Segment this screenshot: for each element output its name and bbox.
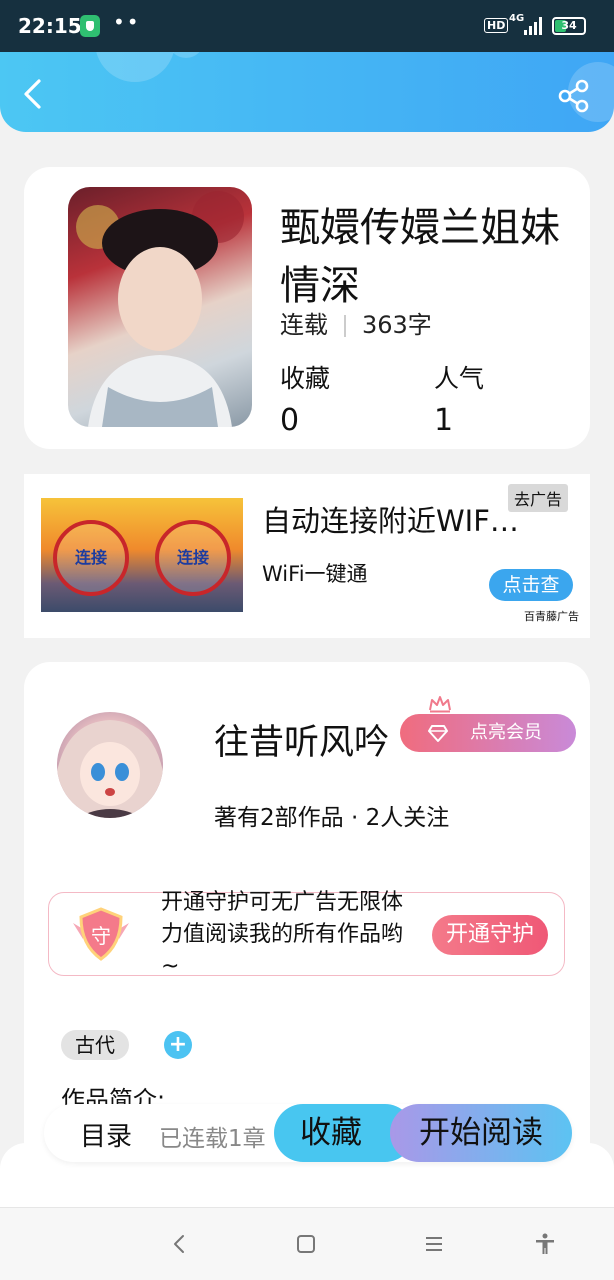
crown-icon — [429, 696, 451, 713]
battery-level: 34 — [561, 19, 577, 32]
guard-banner[interactable]: 守 开通守护可无广告无限体力值阅读我的所有作品哟~ 开通守护 — [48, 890, 565, 976]
nav-menu-icon[interactable] — [422, 1232, 446, 1256]
accessibility-icon[interactable] — [533, 1232, 557, 1256]
ad-stamp: 连接 — [53, 520, 129, 596]
notification-dots: •• — [113, 10, 141, 34]
start-reading-button[interactable]: 开始阅读 — [390, 1104, 572, 1162]
ad-banner[interactable]: 连接 连接 自动连接附近WIF… WiFi一键通 去广告 点击查 百青藤广告 — [24, 474, 590, 638]
book-info-card: 甄嬛传嬛兰姐妹情深 连载 363字 收藏 人气 0 1 — [24, 167, 590, 449]
guard-button[interactable]: 开通守护 — [432, 915, 548, 955]
status-time: 22:15 — [18, 14, 82, 38]
add-tag-button[interactable]: + — [164, 1031, 192, 1059]
status-bar: 22:15 •• HD 4G 34 — [0, 0, 614, 52]
ad-stamp: 连接 — [155, 520, 231, 596]
top-header — [0, 52, 614, 132]
popularity-value: 1 — [434, 403, 454, 438]
genre-tag[interactable]: 古代 — [61, 1030, 129, 1060]
favorites-value: 0 — [280, 403, 300, 438]
book-meta: 连载 363字 — [280, 305, 432, 340]
action-bar: 目录 已连载1章 收藏 开始阅读 — [44, 1104, 572, 1162]
share-icon[interactable] — [556, 78, 592, 114]
book-title: 甄嬛传嬛兰姐妹情深 — [280, 205, 560, 309]
gem-icon — [428, 725, 448, 742]
nav-home-icon[interactable] — [294, 1232, 318, 1256]
ad-source: 百青藤广告 — [524, 610, 579, 623]
word-count: 363字 — [362, 311, 432, 339]
vip-label: 点亮会员 — [470, 722, 542, 743]
chapter-status: 已连载1章 — [159, 1126, 266, 1152]
hd-icon: HD — [484, 18, 509, 33]
ad-close-button[interactable]: 去广告 — [508, 484, 569, 512]
popularity-label: 人气 — [434, 364, 485, 393]
ad-image[interactable]: 连接 连接 — [41, 498, 243, 612]
favorites-label: 收藏 — [280, 364, 331, 393]
ad-subtitle: WiFi一键通 — [262, 562, 368, 586]
nav-back-icon[interactable] — [168, 1232, 192, 1256]
author-avatar[interactable] — [57, 712, 163, 818]
book-status: 连载 — [280, 311, 328, 339]
author-name: 往昔听风吟 — [214, 723, 390, 763]
shield-icon: 守 — [73, 907, 129, 961]
guard-badge-text: 守 — [91, 924, 111, 948]
security-app-icon — [80, 15, 100, 37]
vip-button[interactable]: 点亮会员 — [400, 714, 576, 752]
book-cover[interactable] — [68, 187, 252, 427]
network-type: 4G — [509, 13, 525, 24]
signal-icon — [524, 17, 544, 35]
toc-button[interactable]: 目录 — [80, 1116, 132, 1153]
system-nav-bar — [0, 1207, 614, 1280]
battery-icon: 34 — [552, 17, 586, 35]
ad-cta-button[interactable]: 点击查 — [489, 569, 573, 601]
back-icon[interactable] — [18, 78, 50, 110]
guard-text: 开通守护可无广告无限体力值阅读我的所有作品哟~ — [161, 890, 404, 973]
author-meta: 著有2部作品 · 2人关注 — [214, 805, 450, 831]
